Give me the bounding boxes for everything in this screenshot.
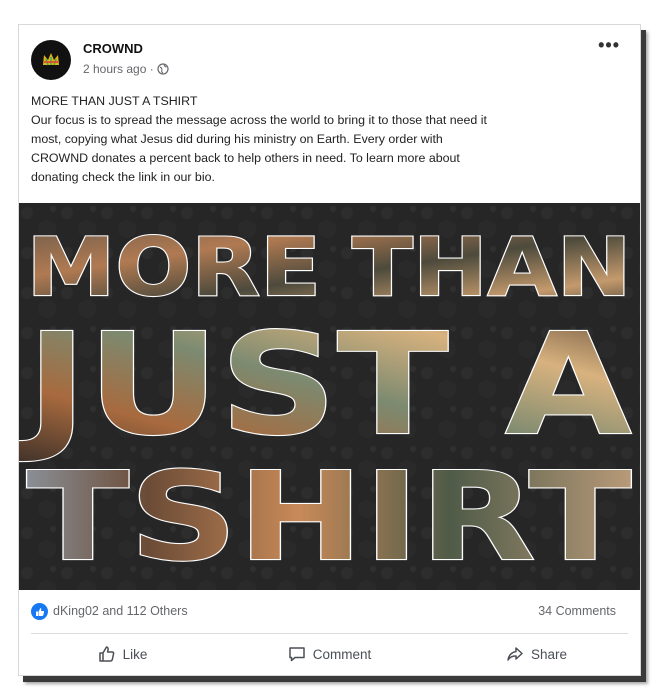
- share-icon: [507, 647, 523, 661]
- action-bar: Like Comment Share: [19, 637, 640, 671]
- timestamp[interactable]: 2 hours ago ·: [83, 62, 154, 76]
- image-line-1: MORE THAN: [27, 221, 632, 314]
- post-image-graphic: MORE THAN JUST A TSHIRT: [19, 203, 640, 590]
- post-card: CROWND 2 hours ago · ••• MORE THAN JUST …: [18, 24, 641, 676]
- post-meta: 2 hours ago ·: [83, 62, 169, 76]
- divider: [31, 633, 628, 634]
- author-name[interactable]: CROWND: [83, 41, 143, 56]
- reaction-summary[interactable]: dKing02 and 112 Others: [53, 604, 188, 618]
- comment-icon: [288, 647, 305, 662]
- comment-count[interactable]: 34 Comments: [538, 604, 616, 618]
- post-headline: MORE THAN JUST A TSHIRT: [31, 94, 198, 108]
- like-button[interactable]: Like: [19, 637, 226, 671]
- share-label: Share: [530, 646, 568, 662]
- share-button[interactable]: Share: [433, 637, 640, 671]
- more-options-button[interactable]: •••: [598, 35, 620, 56]
- like-icon: [98, 646, 114, 662]
- like-label: Like: [122, 646, 148, 662]
- thumbs-up-icon: [35, 607, 44, 616]
- comment-label: Comment: [312, 646, 372, 662]
- post-body: Our focus is to spread the message acros…: [31, 113, 487, 184]
- globe-icon: [157, 63, 169, 75]
- post-text: MORE THAN JUST A TSHIRT Our focus is to …: [31, 92, 501, 187]
- reactions-bar: dKing02 and 112 Others 34 Comments: [19, 591, 640, 635]
- comment-button[interactable]: Comment: [226, 637, 433, 671]
- post-image[interactable]: MORE THAN JUST A TSHIRT: [19, 203, 640, 590]
- crown-logo-icon: [40, 49, 62, 71]
- like-reaction-icon[interactable]: [31, 603, 48, 620]
- image-line-3: TSHIRT: [27, 446, 632, 588]
- avatar[interactable]: [31, 40, 71, 80]
- image-line-2: JUST A: [19, 304, 631, 467]
